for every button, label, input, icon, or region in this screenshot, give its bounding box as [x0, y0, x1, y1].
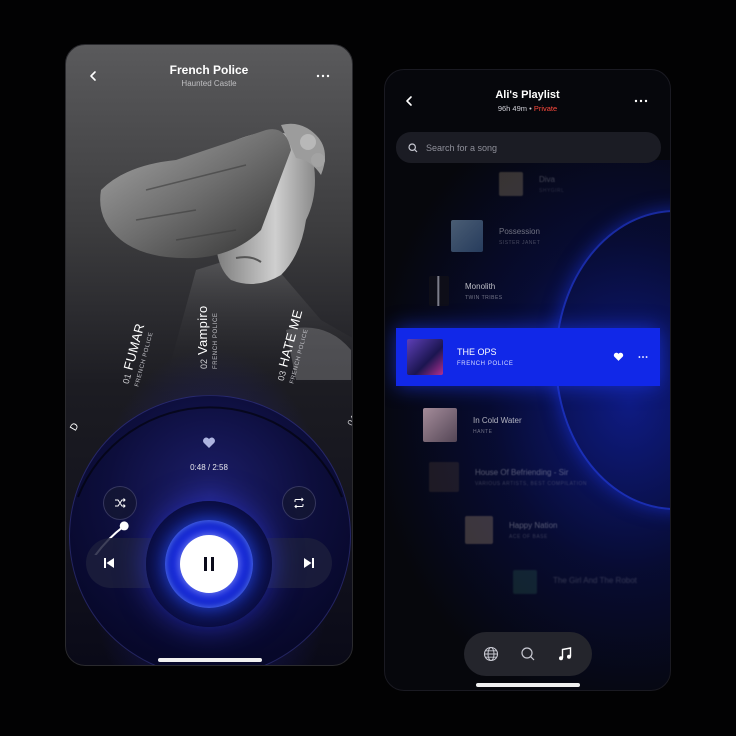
- progress-knob: [119, 521, 129, 531]
- home-indicator: [158, 658, 262, 662]
- tab-search[interactable]: [519, 645, 537, 663]
- album-thumb: [465, 516, 493, 544]
- album-thumb: [451, 220, 483, 252]
- globe-icon: [483, 646, 498, 662]
- heart-icon[interactable]: [202, 437, 216, 449]
- home-indicator: [476, 683, 580, 687]
- pause-icon: [204, 557, 214, 571]
- album-thumb: [423, 408, 457, 442]
- list-item[interactable]: Diva SHYGIRL: [499, 172, 564, 196]
- song-artist: Haunted Castle: [181, 79, 237, 88]
- search-icon: [521, 647, 535, 661]
- album-thumb: [429, 462, 459, 492]
- playlist-meta: 96h 49m • Private: [385, 104, 670, 113]
- pause-button[interactable]: [180, 535, 238, 593]
- playlist-duration: 96h 49m: [497, 104, 527, 113]
- search-placeholder: Search for a song: [426, 142, 498, 153]
- album-art-statue: [100, 123, 352, 380]
- list-item[interactable]: Possession SISTER JANET: [451, 220, 540, 252]
- album-thumb: [407, 339, 443, 375]
- list-item[interactable]: The Girl And The Robot: [513, 570, 637, 594]
- list-item[interactable]: In Cold Water HANTE: [423, 408, 522, 442]
- tab-explore[interactable]: [482, 645, 500, 663]
- shuffle-icon: [115, 498, 126, 508]
- list-item[interactable]: Monolith TWIN TRIBES: [429, 276, 503, 306]
- more-icon[interactable]: [314, 69, 332, 83]
- album-thumb: [499, 172, 523, 196]
- playlist-title: Ali's Playlist: [495, 89, 560, 101]
- heart-icon[interactable]: [613, 352, 624, 362]
- previous-icon[interactable]: [102, 556, 116, 570]
- tab-library[interactable]: [556, 645, 574, 663]
- tab-bar: [464, 632, 592, 676]
- list-item-active[interactable]: THE OPS FRENCH POLICE: [396, 328, 660, 386]
- more-icon[interactable]: [636, 352, 650, 362]
- song-title: French Police: [169, 63, 249, 77]
- repeat-button[interactable]: [282, 486, 316, 520]
- album-thumb: [429, 276, 449, 306]
- album-thumb: [513, 570, 537, 594]
- repeat-icon: [294, 497, 304, 509]
- list-item[interactable]: Happy Nation ACE OF BASE: [465, 516, 557, 544]
- next-icon[interactable]: [302, 556, 316, 570]
- search-icon: [408, 142, 418, 152]
- playlist-screen: Ali's Playlist 96h 49m • Private Search …: [384, 69, 671, 691]
- playback-time: 0:48 / 2:58: [190, 463, 228, 472]
- shuffle-button[interactable]: [103, 486, 137, 520]
- meta-separator: •: [529, 104, 532, 113]
- visibility-badge: Private: [533, 104, 558, 113]
- track-item-02[interactable]: 02Vampiro FRENCH POLICE: [194, 305, 219, 369]
- list-item[interactable]: House Of Befriending - Sir VARIOUS ARTIST…: [429, 462, 587, 492]
- search-input[interactable]: Search for a song: [396, 132, 661, 163]
- music-note-icon: [559, 647, 572, 661]
- more-icon[interactable]: [632, 94, 650, 108]
- now-playing-screen: French Police Haunted Castle 01FUMAR FRE…: [65, 44, 353, 666]
- player-header: French Police Haunted Castle: [66, 45, 352, 101]
